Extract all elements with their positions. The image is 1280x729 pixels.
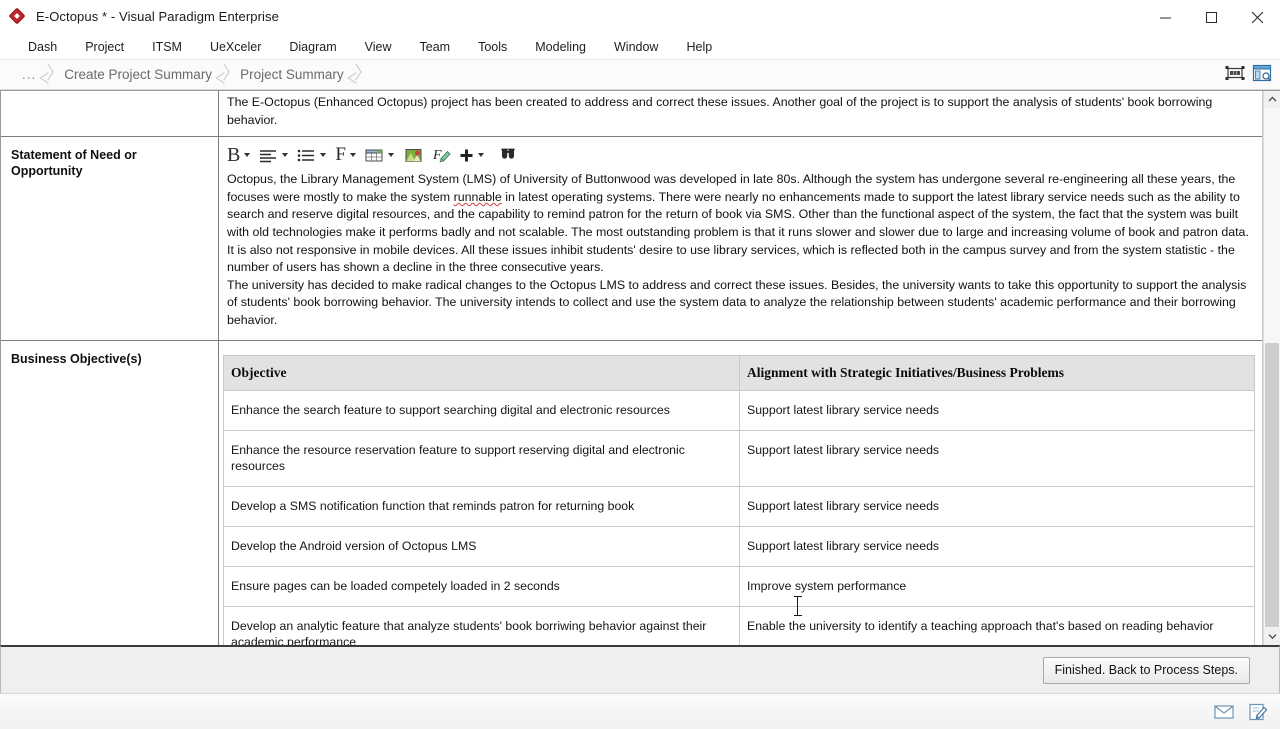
business-objectives-label: Business Objective(s) bbox=[1, 340, 219, 645]
cell-alignment[interactable]: Support latest library service needs bbox=[739, 390, 1255, 431]
clipped-row-label bbox=[1, 91, 219, 137]
menu-item-diagram[interactable]: Diagram bbox=[275, 37, 350, 57]
chevron-down-icon[interactable] bbox=[244, 153, 251, 158]
menu-item-view[interactable]: View bbox=[351, 37, 406, 57]
table-row[interactable]: Develop an analytic feature that analyze… bbox=[223, 606, 1255, 645]
cell-alignment[interactable]: Improve system performance bbox=[739, 566, 1255, 607]
window-title: E-Octopus * - Visual Paradigm Enterprise bbox=[36, 9, 279, 24]
top-paragraph-text[interactable]: The E-Octopus (Enhanced Octopus) project… bbox=[227, 94, 1252, 129]
menu-item-uexceler[interactable]: UeXceler bbox=[196, 37, 275, 57]
cell-objective[interactable]: Develop the Android version of Octopus L… bbox=[223, 526, 740, 567]
cell-objective[interactable]: Ensure pages can be loaded competely loa… bbox=[223, 566, 740, 607]
business-objectives-table[interactable]: Objective Alignment with Strategic Initi… bbox=[223, 354, 1255, 645]
column-header-objective: Objective bbox=[223, 355, 740, 391]
paragraph-align-button[interactable] bbox=[257, 142, 293, 168]
status-bar bbox=[0, 693, 1280, 729]
cell-objective[interactable]: Enhance the resource reservation feature… bbox=[223, 430, 740, 487]
menu-item-dash[interactable]: Dash bbox=[14, 37, 71, 57]
vp-diamond-logo-icon bbox=[8, 7, 27, 26]
table-row[interactable]: Enhance the search feature to support se… bbox=[223, 390, 1255, 431]
misspelled-word: runnable bbox=[453, 189, 502, 204]
menu-item-team[interactable]: Team bbox=[406, 37, 465, 57]
cell-alignment[interactable]: Enable the university to identify a teac… bbox=[739, 606, 1255, 645]
table-row[interactable]: Ensure pages can be loaded competely loa… bbox=[223, 566, 1255, 607]
document-scroll-area[interactable]: The E-Octopus (Enhanced Octopus) project… bbox=[0, 91, 1263, 645]
cell-objective[interactable]: Enhance the search feature to support se… bbox=[223, 390, 740, 431]
breadcrumb: ... Create Project Summary Project Summa… bbox=[0, 60, 1280, 90]
business-objectives-row: Business Objective(s) Objective Alignmen… bbox=[1, 339, 1262, 645]
message-envelope-icon[interactable] bbox=[1214, 704, 1234, 719]
menu-item-window[interactable]: Window bbox=[600, 37, 672, 57]
breadcrumb-item-project-summary[interactable]: Project Summary bbox=[232, 67, 348, 82]
wizard-action-bar: Finished. Back to Process Steps. bbox=[0, 645, 1280, 693]
font-button[interactable]: F bbox=[333, 142, 361, 168]
cell-alignment[interactable]: Support latest library service needs bbox=[739, 526, 1255, 567]
menu-item-project[interactable]: Project bbox=[71, 37, 138, 57]
minimize-button[interactable] bbox=[1142, 0, 1188, 34]
column-header-alignment: Alignment with Strategic Initiatives/Bus… bbox=[739, 355, 1255, 391]
cell-objective[interactable]: Develop a SMS notification function that… bbox=[223, 486, 740, 527]
insert-button[interactable] bbox=[457, 142, 489, 168]
title-bar: E-Octopus * - Visual Paradigm Enterprise bbox=[0, 0, 1280, 34]
close-button[interactable] bbox=[1234, 0, 1280, 34]
insert-table-button[interactable] bbox=[363, 142, 399, 168]
open-preview-window-icon[interactable] bbox=[1252, 64, 1272, 87]
statement-of-need-text[interactable]: Octopus, the Library Management System (… bbox=[219, 171, 1262, 339]
statement-paragraph-2: The university has decided to make radic… bbox=[227, 277, 1247, 327]
menu-item-help[interactable]: Help bbox=[672, 37, 726, 57]
document-editor: The E-Octopus (Enhanced Octopus) project… bbox=[0, 90, 1280, 645]
scroll-down-arrow-icon[interactable] bbox=[1264, 628, 1280, 645]
window-controls bbox=[1142, 0, 1280, 34]
chevron-down-icon[interactable] bbox=[477, 153, 484, 158]
table-row[interactable]: Enhance the resource reservation feature… bbox=[223, 430, 1255, 487]
find-button[interactable] bbox=[497, 142, 519, 168]
format-painter-button[interactable]: F bbox=[429, 142, 455, 168]
chevron-down-icon[interactable] bbox=[349, 153, 356, 158]
maximize-button[interactable] bbox=[1188, 0, 1234, 34]
chevron-down-icon[interactable] bbox=[282, 153, 289, 158]
insert-image-button[interactable] bbox=[401, 142, 427, 168]
statement-paragraph-1: Octopus, the Library Management System (… bbox=[227, 171, 1252, 277]
table-header-row: Objective Alignment with Strategic Initi… bbox=[223, 355, 1255, 391]
table-row[interactable]: Develop the Android version of Octopus L… bbox=[223, 526, 1255, 567]
edit-note-icon[interactable] bbox=[1248, 703, 1268, 721]
scrollbar-thumb[interactable] bbox=[1265, 343, 1279, 627]
table-row[interactable]: Develop a SMS notification function that… bbox=[223, 486, 1255, 527]
menu-item-modeling[interactable]: Modeling bbox=[521, 37, 600, 57]
cell-objective[interactable]: Develop an analytic feature that analyze… bbox=[223, 606, 740, 645]
breadcrumb-item-root[interactable]: ... bbox=[8, 67, 40, 82]
menu-item-itsm[interactable]: ITSM bbox=[138, 37, 196, 57]
chevron-right-icon bbox=[41, 64, 55, 86]
chevron-down-icon[interactable] bbox=[320, 153, 327, 158]
chevron-right-icon bbox=[217, 64, 231, 86]
bold-button[interactable]: B bbox=[225, 142, 255, 168]
chevron-down-icon[interactable] bbox=[387, 153, 394, 158]
chevron-right-icon bbox=[349, 64, 363, 86]
clipped-top-row: The E-Octopus (Enhanced Octopus) project… bbox=[1, 91, 1262, 137]
scroll-up-arrow-icon[interactable] bbox=[1264, 91, 1280, 108]
menu-item-tools[interactable]: Tools bbox=[464, 37, 521, 57]
statement-of-need-label: Statement of Need or Opportunity bbox=[1, 137, 219, 340]
finished-back-to-process-steps-button[interactable]: Finished. Back to Process Steps. bbox=[1042, 656, 1250, 684]
fit-diagram-icon[interactable] bbox=[1225, 65, 1245, 86]
cell-alignment[interactable]: Support latest library service needs bbox=[739, 486, 1255, 527]
vertical-scrollbar[interactable] bbox=[1263, 91, 1280, 645]
breadcrumb-item-create-project-summary[interactable]: Create Project Summary bbox=[56, 67, 216, 82]
bullet-list-button[interactable] bbox=[295, 142, 331, 168]
rich-text-toolbar: B F F bbox=[219, 137, 1262, 171]
menu-bar: Dash Project ITSM UeXceler Diagram View … bbox=[0, 34, 1280, 60]
cell-alignment[interactable]: Support latest library service needs bbox=[739, 430, 1255, 487]
statement-of-need-row: Statement of Need or Opportunity B F F O… bbox=[1, 136, 1262, 340]
